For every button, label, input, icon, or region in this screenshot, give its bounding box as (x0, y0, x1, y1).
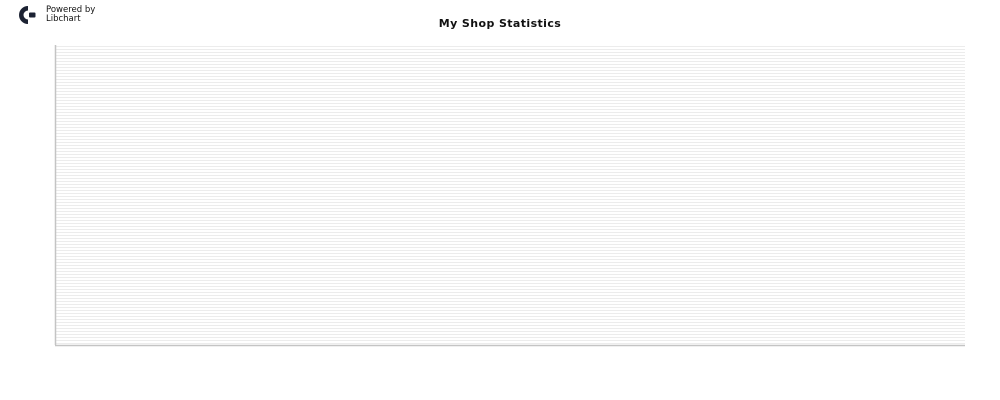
chart-container: Powered by Libchart My Shop Statistics (0, 0, 1000, 400)
grid-layer (55, 45, 965, 345)
plot-area (54, 45, 965, 347)
plot-background (55, 45, 965, 345)
